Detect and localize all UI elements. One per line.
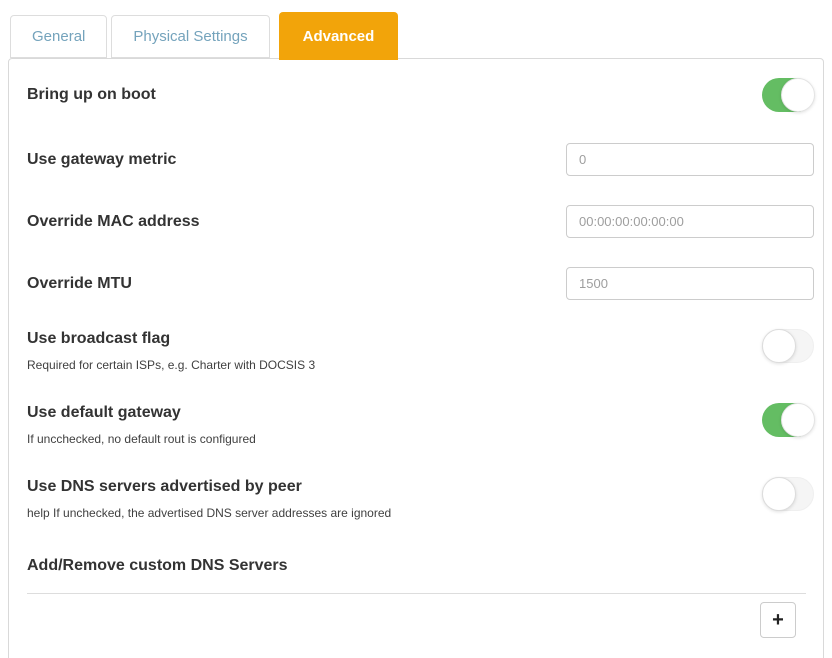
tab-advanced[interactable]: Advanced <box>279 12 399 60</box>
bring-up-on-boot-toggle[interactable] <box>762 78 814 112</box>
setting-row-bring-up-on-boot: Bring up on boot <box>19 78 814 112</box>
default-gateway-help: If uncchecked, no default rout is config… <box>19 432 256 446</box>
bring-up-on-boot-label: Bring up on boot <box>19 85 156 105</box>
default-gateway-label: Use default gateway <box>19 403 256 423</box>
setting-row-override-mac: Override MAC address <box>19 205 814 238</box>
setting-row-peer-dns: Use DNS servers advertised by peer help … <box>19 477 814 520</box>
toggle-knob <box>762 477 796 511</box>
broadcast-flag-help: Required for certain ISPs, e.g. Charter … <box>19 358 315 372</box>
setting-row-broadcast-flag: Use broadcast flag Required for certain … <box>19 329 814 372</box>
default-gateway-toggle[interactable] <box>762 403 814 437</box>
setting-row-gateway-metric: Use gateway metric <box>19 143 814 176</box>
toggle-knob <box>762 329 796 363</box>
peer-dns-label: Use DNS servers advertised by peer <box>19 477 391 497</box>
broadcast-flag-toggle[interactable] <box>762 329 814 363</box>
tab-physical-settings[interactable]: Physical Settings <box>111 15 269 58</box>
override-mac-input[interactable] <box>566 205 814 238</box>
advanced-settings-panel: Bring up on boot Use gateway metric Over… <box>8 58 824 658</box>
custom-dns-section-title: Add/Remove custom DNS Servers <box>19 557 814 575</box>
gateway-metric-label: Use gateway metric <box>19 150 176 170</box>
custom-dns-add-row: + <box>19 602 814 638</box>
peer-dns-text-group: Use DNS servers advertised by peer help … <box>19 477 391 520</box>
broadcast-flag-text-group: Use broadcast flag Required for certain … <box>19 329 315 372</box>
override-mtu-label: Override MTU <box>19 274 132 294</box>
section-divider <box>27 593 806 594</box>
gateway-metric-input[interactable] <box>566 143 814 176</box>
default-gateway-text-group: Use default gateway If uncchecked, no de… <box>19 403 256 446</box>
setting-row-override-mtu: Override MTU <box>19 267 814 300</box>
setting-row-default-gateway: Use default gateway If uncchecked, no de… <box>19 403 814 446</box>
broadcast-flag-label: Use broadcast flag <box>19 329 315 349</box>
override-mtu-input[interactable] <box>566 267 814 300</box>
add-dns-server-button[interactable]: + <box>760 602 796 638</box>
toggle-knob <box>781 78 815 112</box>
tab-bar: General Physical Settings Advanced <box>0 0 832 58</box>
override-mac-label: Override MAC address <box>19 212 200 232</box>
peer-dns-toggle[interactable] <box>762 477 814 511</box>
toggle-knob <box>781 403 815 437</box>
peer-dns-help: help If unchecked, the advertised DNS se… <box>19 506 391 520</box>
tab-general[interactable]: General <box>10 15 107 58</box>
